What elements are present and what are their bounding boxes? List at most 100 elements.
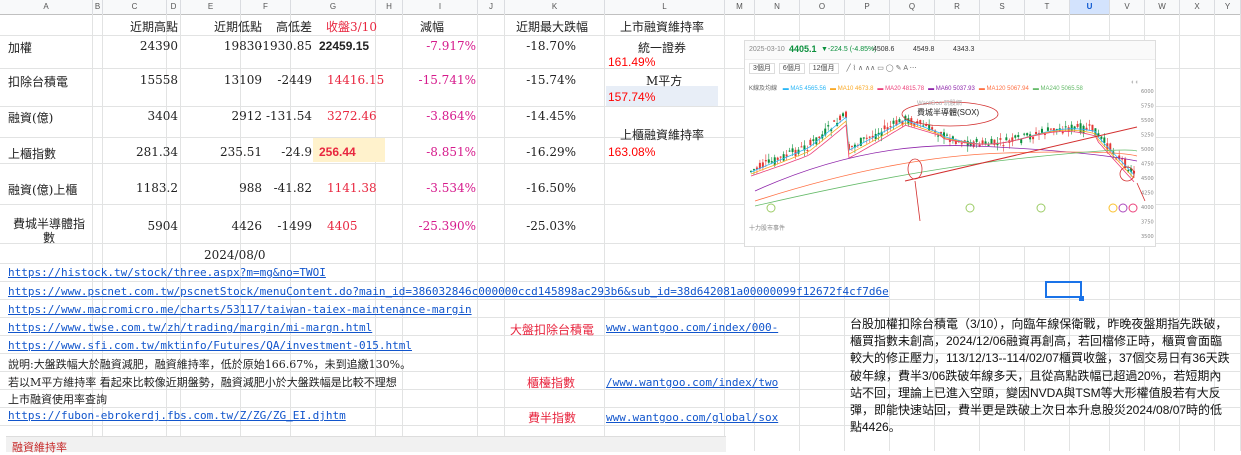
row-label[interactable]: 融資(億)上櫃	[8, 181, 77, 198]
note-2[interactable]: 若以M平方維持率 看起來比較像近期盤勢，融資減肥小於大盤跌幅是比較不理想	[8, 374, 397, 390]
column-header-n[interactable]: N	[755, 0, 800, 14]
cell-close[interactable]: 256.44	[319, 145, 356, 159]
column-header-m[interactable]: M	[725, 0, 755, 14]
cell-range[interactable]: -24.9	[258, 145, 312, 159]
margin-label-1[interactable]: 統一證券	[638, 39, 686, 56]
cell-recent-high[interactable]: 281.34	[106, 145, 178, 159]
link-sfi[interactable]: https://www.sfi.com.tw/mktinfo/Futures/Q…	[8, 339, 412, 352]
cell-recent-low[interactable]: 235.51	[192, 145, 262, 159]
column-header-w[interactable]: W	[1145, 0, 1180, 14]
fill-handle[interactable]	[1079, 296, 1084, 301]
cell-recent-high[interactable]: 3404	[106, 109, 178, 123]
column-header-e[interactable]: E	[181, 0, 241, 14]
cell-close[interactable]: 1141.38	[327, 181, 377, 195]
cell-close[interactable]: 22459.15	[319, 39, 369, 53]
margin-value-3[interactable]: 163.08%	[608, 145, 655, 159]
cell-max-drop[interactable]: -25.03%	[500, 219, 576, 233]
date-cell[interactable]: 2024/08/0	[204, 248, 266, 262]
link-histock[interactable]: https://histock.tw/stock/three.aspx?m=mg…	[8, 266, 326, 279]
column-header-u[interactable]: U	[1070, 0, 1110, 14]
column-header-t[interactable]: T	[1025, 0, 1070, 14]
cell-close[interactable]: 4405	[327, 219, 358, 233]
cell-decline[interactable]: -8.851%	[404, 145, 476, 159]
column-header-b[interactable]: B	[93, 0, 103, 14]
cell-recent-low[interactable]: 19830	[192, 39, 262, 53]
column-header-y[interactable]: Y	[1215, 0, 1241, 14]
margin-label-2[interactable]: M平方	[646, 72, 682, 89]
header-max-drop[interactable]: 近期最大跌幅	[516, 18, 588, 35]
link-macromicro[interactable]: https://www.macromicro.me/charts/53117/t…	[8, 303, 472, 316]
row-label[interactable]: 扣除台積電	[8, 73, 68, 90]
cell-recent-low[interactable]: 4426	[192, 219, 262, 233]
cell-decline[interactable]: -7.917%	[404, 39, 476, 53]
row-label[interactable]: 費城半導體指數	[8, 217, 90, 245]
header-decline[interactable]: 減幅	[420, 18, 444, 35]
column-header-l[interactable]: L	[605, 0, 725, 14]
column-header-g[interactable]: G	[291, 0, 376, 14]
cell-close[interactable]: 3272.46	[327, 109, 377, 123]
label-taiex-ex-tsmc[interactable]: 大盤扣除台積電	[510, 321, 594, 338]
column-header-c[interactable]: C	[103, 0, 167, 14]
column-header-q[interactable]: Q	[890, 0, 935, 14]
column-header-r[interactable]: R	[935, 0, 980, 14]
column-header-h[interactable]: H	[376, 0, 403, 14]
column-header-k[interactable]: K	[505, 0, 605, 14]
cell-range[interactable]: -2449	[258, 73, 312, 87]
cell-max-drop[interactable]: -18.70%	[500, 39, 576, 53]
analysis-paragraph[interactable]: 台股加權扣除台積電（3/10），向臨年線保衛戰，昨晚夜盤期指先跌破，櫃買指數未創…	[850, 316, 1230, 436]
cell-recent-low[interactable]: 2912	[192, 109, 262, 123]
column-header-s[interactable]: S	[980, 0, 1025, 14]
link-fubon[interactable]: https://fubon-ebrokerdj.fbs.com.tw/Z/ZG/…	[8, 409, 346, 422]
row-label[interactable]: 加權	[8, 39, 32, 56]
column-header-o[interactable]: O	[800, 0, 845, 14]
cell-recent-high[interactable]: 15558	[106, 73, 178, 87]
header-recent-high[interactable]: 近期高點	[106, 18, 178, 35]
column-header-x[interactable]: X	[1180, 0, 1215, 14]
link-pscnet[interactable]: https://www.pscnet.com.tw/pscnetStock/me…	[8, 285, 889, 298]
cell-range[interactable]: -131.54	[258, 109, 312, 123]
column-header-p[interactable]: P	[845, 0, 890, 14]
note-1[interactable]: 說明:大盤跌幅大於融資減肥，融資維持率，低於原始166.67%，未到追繳130%…	[8, 356, 411, 372]
cell-max-drop[interactable]: -16.50%	[500, 181, 576, 195]
cell-decline[interactable]: -3.864%	[404, 109, 476, 123]
cell-decline[interactable]: -3.534%	[404, 181, 476, 195]
link-twse[interactable]: https://www.twse.com.tw/zh/trading/margi…	[8, 321, 372, 334]
cell-recent-high[interactable]: 24390	[106, 39, 178, 53]
margin-value-2[interactable]: 157.74%	[608, 90, 655, 104]
column-header-i[interactable]: I	[403, 0, 478, 14]
cell-max-drop[interactable]: -14.45%	[500, 109, 576, 123]
column-header-a[interactable]: A	[0, 0, 93, 14]
column-header-f[interactable]: F	[241, 0, 291, 14]
cell-decline[interactable]: -25.390%	[404, 219, 476, 233]
header-recent-low[interactable]: 近期低點	[192, 18, 262, 35]
column-header-d[interactable]: D	[167, 0, 181, 14]
cell-range[interactable]: -41.82	[258, 181, 312, 195]
row-label[interactable]: 融資(億)	[8, 109, 53, 126]
cell-recent-high[interactable]: 1183.2	[106, 181, 178, 195]
link-wantgoo-000[interactable]: www.wantgoo.com/index/000-	[606, 321, 778, 334]
note-3[interactable]: 上市融資使用率查詢	[8, 391, 107, 407]
margin-value-1[interactable]: 161.49%	[608, 55, 655, 69]
label-otc-index[interactable]: 櫃檯指數	[527, 374, 575, 391]
label-sox-index[interactable]: 費半指數	[528, 409, 576, 426]
sox-chart-image[interactable]: 2025-03-10 4405.1 ▼-224.5 (-4.85%) 4508.…	[744, 40, 1156, 247]
header-margin-ratio[interactable]: 上市融資維持率	[620, 18, 704, 35]
cell-max-drop[interactable]: -16.29%	[500, 145, 576, 159]
header-range[interactable]: 高低差	[262, 18, 312, 35]
selected-cell[interactable]	[1045, 281, 1082, 298]
cell-recent-low[interactable]: 13109	[192, 73, 262, 87]
link-wantgoo-two[interactable]: /www.wantgoo.com/index/two	[606, 376, 778, 389]
header-close[interactable]: 收盤3/10	[326, 18, 377, 35]
column-header-j[interactable]: J	[478, 0, 505, 14]
cell-close[interactable]: 14416.15	[327, 73, 384, 87]
cell-recent-high[interactable]: 5904	[106, 219, 178, 233]
cell-max-drop[interactable]: -15.74%	[500, 73, 576, 87]
cell-range[interactable]: -1930.85	[258, 39, 312, 53]
link-wantgoo-sox[interactable]: www.wantgoo.com/global/sox	[606, 411, 778, 424]
margin-label-3[interactable]: 上櫃融資維持率	[620, 126, 704, 143]
row-label[interactable]: 上櫃指數	[8, 145, 56, 162]
column-header-v[interactable]: V	[1110, 0, 1145, 14]
cell-decline[interactable]: -15.741%	[404, 73, 476, 87]
cell-range[interactable]: -1499	[258, 219, 312, 233]
bottom-tab-label[interactable]: 融資維持率	[12, 439, 67, 455]
